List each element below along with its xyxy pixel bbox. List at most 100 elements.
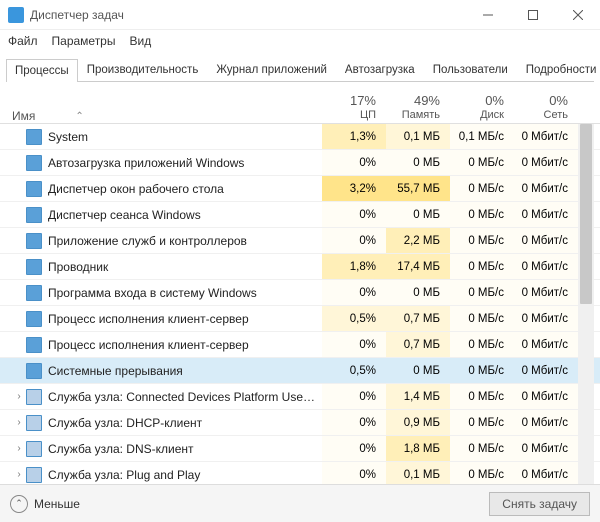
process-name: System <box>48 130 322 144</box>
cpu-label: ЦП <box>322 109 376 123</box>
process-icon <box>26 389 42 405</box>
memory-cell: 0,7 МБ <box>386 306 450 331</box>
cpu-cell: 0,5% <box>322 306 386 331</box>
menu-view[interactable]: Вид <box>129 34 151 48</box>
process-row[interactable]: ›Служба узла: DHCP-клиент0%0,9 МБ0 МБ/с0… <box>0 410 600 436</box>
process-list[interactable]: System1,3%0,1 МБ0,1 МБ/с0 Мбит/сАвтозагр… <box>0 124 600 484</box>
network-usage-total: 0% <box>514 93 568 109</box>
process-name: Приложение служб и контроллеров <box>48 234 322 248</box>
column-cpu[interactable]: 17% ЦП <box>322 93 386 123</box>
disk-cell: 0 МБ/с <box>450 202 514 227</box>
fewer-details-button[interactable]: ⌃ Меньше <box>10 495 80 513</box>
process-row[interactable]: › Служба узла: Connected Devices Platform… <box>0 384 600 410</box>
expand-icon[interactable]: › <box>12 469 26 480</box>
fewer-details-label: Меньше <box>34 497 80 511</box>
memory-cell: 17,4 МБ <box>386 254 450 279</box>
titlebar[interactable]: Диспетчер задач <box>0 0 600 30</box>
tab-processes[interactable]: Процессы <box>6 59 78 82</box>
column-disk[interactable]: 0% Диск <box>450 93 514 123</box>
memory-cell: 0 МБ <box>386 150 450 175</box>
tabs: Процессы Производительность Журнал прило… <box>6 58 594 82</box>
process-row[interactable]: Диспетчер окон рабочего стола3,2%55,7 МБ… <box>0 176 600 202</box>
tab-startup[interactable]: Автозагрузка <box>336 58 424 81</box>
network-cell: 0 Мбит/с <box>514 306 578 331</box>
disk-cell: 0 МБ/с <box>450 332 514 357</box>
process-row[interactable]: Приложение служб и контроллеров0%2,2 МБ0… <box>0 228 600 254</box>
disk-cell: 0,1 МБ/с <box>450 124 514 149</box>
process-name: Служба узла: Connected Devices Platform … <box>48 390 322 404</box>
window-title: Диспетчер задач <box>30 8 465 22</box>
minimize-button[interactable] <box>465 0 510 30</box>
process-row[interactable]: Процесс исполнения клиент-сервер0%0,7 МБ… <box>0 332 600 358</box>
memory-cell: 0,7 МБ <box>386 332 450 357</box>
process-name: Диспетчер окон рабочего стола <box>48 182 322 196</box>
cpu-cell: 0,5% <box>322 358 386 383</box>
memory-cell: 2,2 МБ <box>386 228 450 253</box>
process-icon <box>26 259 42 275</box>
process-row[interactable]: Автозагрузка приложений Windows0%0 МБ0 М… <box>0 150 600 176</box>
expand-icon[interactable]: › <box>12 417 26 428</box>
network-cell: 0 Мбит/с <box>514 462 578 484</box>
column-memory[interactable]: 49% Память <box>386 93 450 123</box>
cpu-cell: 1,3% <box>322 124 386 149</box>
tab-apphistory[interactable]: Журнал приложений <box>207 58 336 81</box>
process-name: Служба узла: Plug and Play <box>48 468 322 482</box>
network-cell: 0 Мбит/с <box>514 124 578 149</box>
menu-file[interactable]: Файл <box>8 34 38 48</box>
process-row[interactable]: Процесс исполнения клиент-сервер0,5%0,7 … <box>0 306 600 332</box>
network-cell: 0 Мбит/с <box>514 150 578 175</box>
process-row[interactable]: Системные прерывания0,5%0 МБ0 МБ/с0 Мбит… <box>0 358 600 384</box>
cpu-cell: 0% <box>322 228 386 253</box>
close-button[interactable] <box>555 0 600 30</box>
process-row[interactable]: System1,3%0,1 МБ0,1 МБ/с0 Мбит/с <box>0 124 600 150</box>
app-icon <box>8 7 24 23</box>
network-cell: 0 Мбит/с <box>514 202 578 227</box>
process-row[interactable]: Проводник1,8%17,4 МБ0 МБ/с0 Мбит/с <box>0 254 600 280</box>
column-name[interactable]: Имя ⌃ <box>12 109 322 123</box>
cpu-cell: 0% <box>322 462 386 484</box>
end-task-button[interactable]: Снять задачу <box>489 492 590 516</box>
tab-users[interactable]: Пользователи <box>424 58 517 81</box>
process-icon <box>26 415 42 431</box>
memory-cell: 1,4 МБ <box>386 384 450 409</box>
process-row[interactable]: ›Служба узла: DNS-клиент0%1,8 МБ0 МБ/с0 … <box>0 436 600 462</box>
memory-usage-total: 49% <box>386 93 440 109</box>
column-headers: Имя ⌃ 17% ЦП 49% Память 0% Диск 0% Сеть <box>0 82 600 124</box>
disk-usage-total: 0% <box>450 93 504 109</box>
network-cell: 0 Мбит/с <box>514 384 578 409</box>
scrollbar[interactable] <box>578 124 594 484</box>
process-icon <box>26 129 42 145</box>
cpu-cell: 0% <box>322 332 386 357</box>
cpu-cell: 0% <box>322 280 386 305</box>
menu-options[interactable]: Параметры <box>52 34 116 48</box>
process-row[interactable]: Программа входа в систему Windows0%0 МБ0… <box>0 280 600 306</box>
disk-cell: 0 МБ/с <box>450 176 514 201</box>
disk-cell: 0 МБ/с <box>450 358 514 383</box>
process-icon <box>26 233 42 249</box>
process-row[interactable]: ›Служба узла: Plug and Play0%0,1 МБ0 МБ/… <box>0 462 600 484</box>
expand-icon[interactable]: › <box>12 391 26 402</box>
process-name: Процесс исполнения клиент-сервер <box>48 338 322 352</box>
process-icon <box>26 285 42 301</box>
network-cell: 0 Мбит/с <box>514 410 578 435</box>
process-icon <box>26 181 42 197</box>
cpu-usage-total: 17% <box>322 93 376 109</box>
menubar: Файл Параметры Вид <box>0 30 600 52</box>
maximize-button[interactable] <box>510 0 555 30</box>
memory-cell: 0 МБ <box>386 358 450 383</box>
tab-performance[interactable]: Производительность <box>78 58 208 81</box>
network-label: Сеть <box>514 109 568 123</box>
process-icon <box>26 363 42 379</box>
column-name-label: Имя <box>12 109 35 123</box>
cpu-cell: 0% <box>322 436 386 461</box>
tab-details[interactable]: Подробности <box>517 58 600 81</box>
column-network[interactable]: 0% Сеть <box>514 93 578 123</box>
expand-icon[interactable]: › <box>12 443 26 454</box>
memory-label: Память <box>386 109 440 123</box>
network-cell: 0 Мбит/с <box>514 358 578 383</box>
cpu-cell: 0% <box>322 384 386 409</box>
process-name: Системные прерывания <box>48 364 322 378</box>
process-row[interactable]: Диспетчер сеанса Windows0%0 МБ0 МБ/с0 Мб… <box>0 202 600 228</box>
cpu-cell: 0% <box>322 150 386 175</box>
scrollbar-thumb[interactable] <box>580 124 592 304</box>
